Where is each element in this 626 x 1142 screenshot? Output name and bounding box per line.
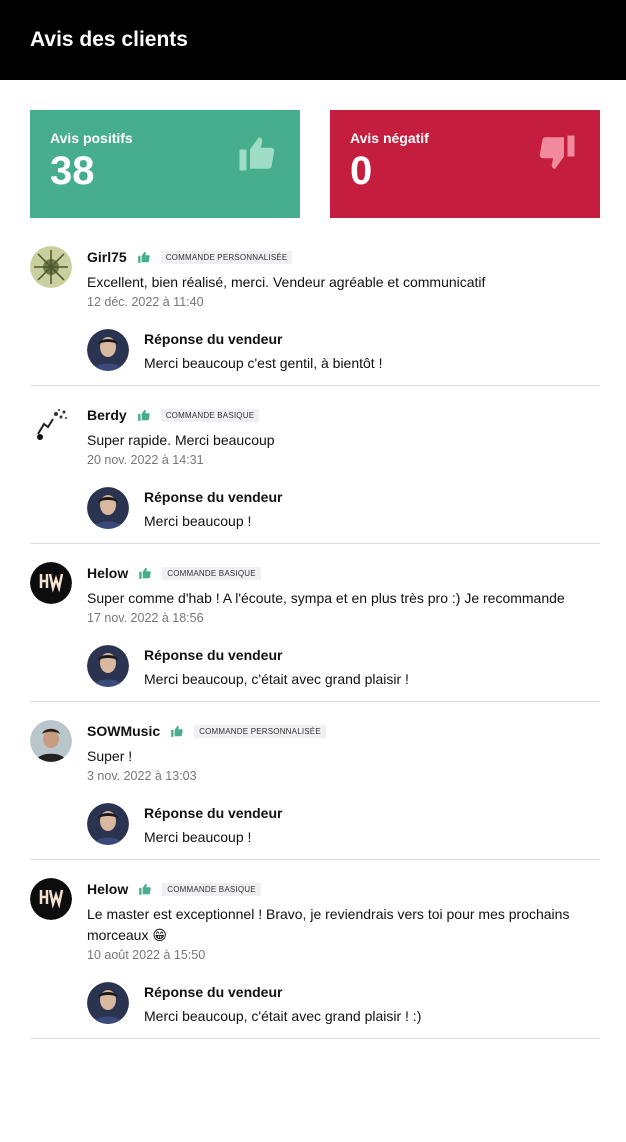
user-avatar[interactable]	[30, 720, 72, 762]
review-date: 17 nov. 2022 à 18:56	[87, 611, 204, 625]
order-type-badge: Commande personnalisée	[194, 724, 326, 738]
review-date: 12 déc. 2022 à 11:40	[87, 295, 204, 309]
user-avatar[interactable]	[30, 562, 72, 604]
reviews-list: Girl75 Commande personnalisée Excellent,…	[0, 246, 626, 1039]
seller-reply: Réponse du vendeur Merci beaucoup, c'éta…	[87, 982, 600, 1024]
seller-reply-title: Réponse du vendeur	[144, 647, 283, 663]
seller-reply-title: Réponse du vendeur	[144, 984, 283, 1000]
order-type-badge: Commande personnalisée	[160, 250, 293, 264]
thumbs-up-icon	[170, 724, 184, 738]
seller-reply-text: Merci beaucoup !	[144, 513, 252, 529]
thumbs-up-icon	[138, 566, 152, 580]
seller-avatar	[87, 329, 129, 371]
thumbs-up-icon	[137, 408, 151, 422]
user-avatar[interactable]	[30, 404, 72, 446]
seller-avatar	[87, 645, 129, 687]
review-username[interactable]: Berdy	[87, 407, 127, 423]
review-item: Berdy Commande basique Super rapide. Mer…	[30, 404, 600, 544]
user-avatar[interactable]	[30, 246, 72, 288]
page-title: Avis des clients	[30, 28, 188, 51]
review-text: Super comme d'hab ! A l'écoute, sympa et…	[87, 590, 565, 606]
review-date: 10 août 2022 à 15:50	[87, 948, 206, 962]
seller-reply-text: Merci beaucoup, c'était avec grand plais…	[144, 1008, 422, 1024]
seller-reply-title: Réponse du vendeur	[144, 489, 283, 505]
thumbs-up-icon	[137, 250, 151, 264]
review-username[interactable]: Helow	[87, 881, 128, 897]
seller-avatar	[87, 982, 129, 1024]
review-item: Helow Commande basique Super comme d'hab…	[30, 562, 600, 702]
review-item: SOWMusic Commande personnalisée Super ! …	[30, 720, 600, 860]
seller-avatar	[87, 803, 129, 845]
seller-reply-text: Merci beaucoup c'est gentil, à bientôt !	[144, 355, 383, 371]
order-type-badge: Commande basique	[162, 882, 261, 896]
order-type-badge: Commande basique	[162, 566, 261, 580]
review-text: Le master est exceptionnel ! Bravo, je r…	[87, 906, 570, 943]
page-header: Avis des clients	[0, 0, 626, 80]
seller-reply-title: Réponse du vendeur	[144, 805, 283, 821]
seller-reply: Réponse du vendeur Merci beaucoup, c'éta…	[87, 645, 600, 687]
review-username[interactable]: Helow	[87, 565, 128, 581]
review-text: Excellent, bien réalisé, merci. Vendeur …	[87, 274, 486, 290]
seller-reply: Réponse du vendeur Merci beaucoup !	[87, 803, 600, 845]
review-username[interactable]: Girl75	[87, 249, 127, 265]
seller-reply: Réponse du vendeur Merci beaucoup c'est …	[87, 329, 600, 371]
review-item: Helow Commande basique Le master est exc…	[30, 878, 600, 1039]
seller-reply: Réponse du vendeur Merci beaucoup !	[87, 487, 600, 529]
review-date: 20 nov. 2022 à 14:31	[87, 453, 204, 467]
review-username[interactable]: SOWMusic	[87, 723, 160, 739]
order-type-badge: Commande basique	[160, 408, 260, 422]
review-text: Super rapide. Merci beaucoup	[87, 432, 275, 448]
positive-reviews-card: Avis positifs 38	[30, 110, 300, 218]
review-date: 3 nov. 2022 à 13:03	[87, 769, 197, 783]
seller-reply-text: Merci beaucoup !	[144, 829, 252, 845]
seller-reply-title: Réponse du vendeur	[144, 331, 283, 347]
seller-reply-text: Merci beaucoup, c'était avec grand plais…	[144, 671, 409, 687]
thumbs-up-icon	[236, 132, 278, 174]
thumbs-down-icon	[536, 132, 578, 174]
review-text: Super !	[87, 748, 133, 764]
negative-reviews-card: Avis négatif 0	[330, 110, 600, 218]
review-item: Girl75 Commande personnalisée Excellent,…	[30, 246, 600, 386]
seller-avatar	[87, 487, 129, 529]
stats-row: Avis positifs 38 Avis négatif 0	[0, 80, 626, 218]
user-avatar[interactable]	[30, 878, 72, 920]
thumbs-up-icon	[138, 882, 152, 896]
